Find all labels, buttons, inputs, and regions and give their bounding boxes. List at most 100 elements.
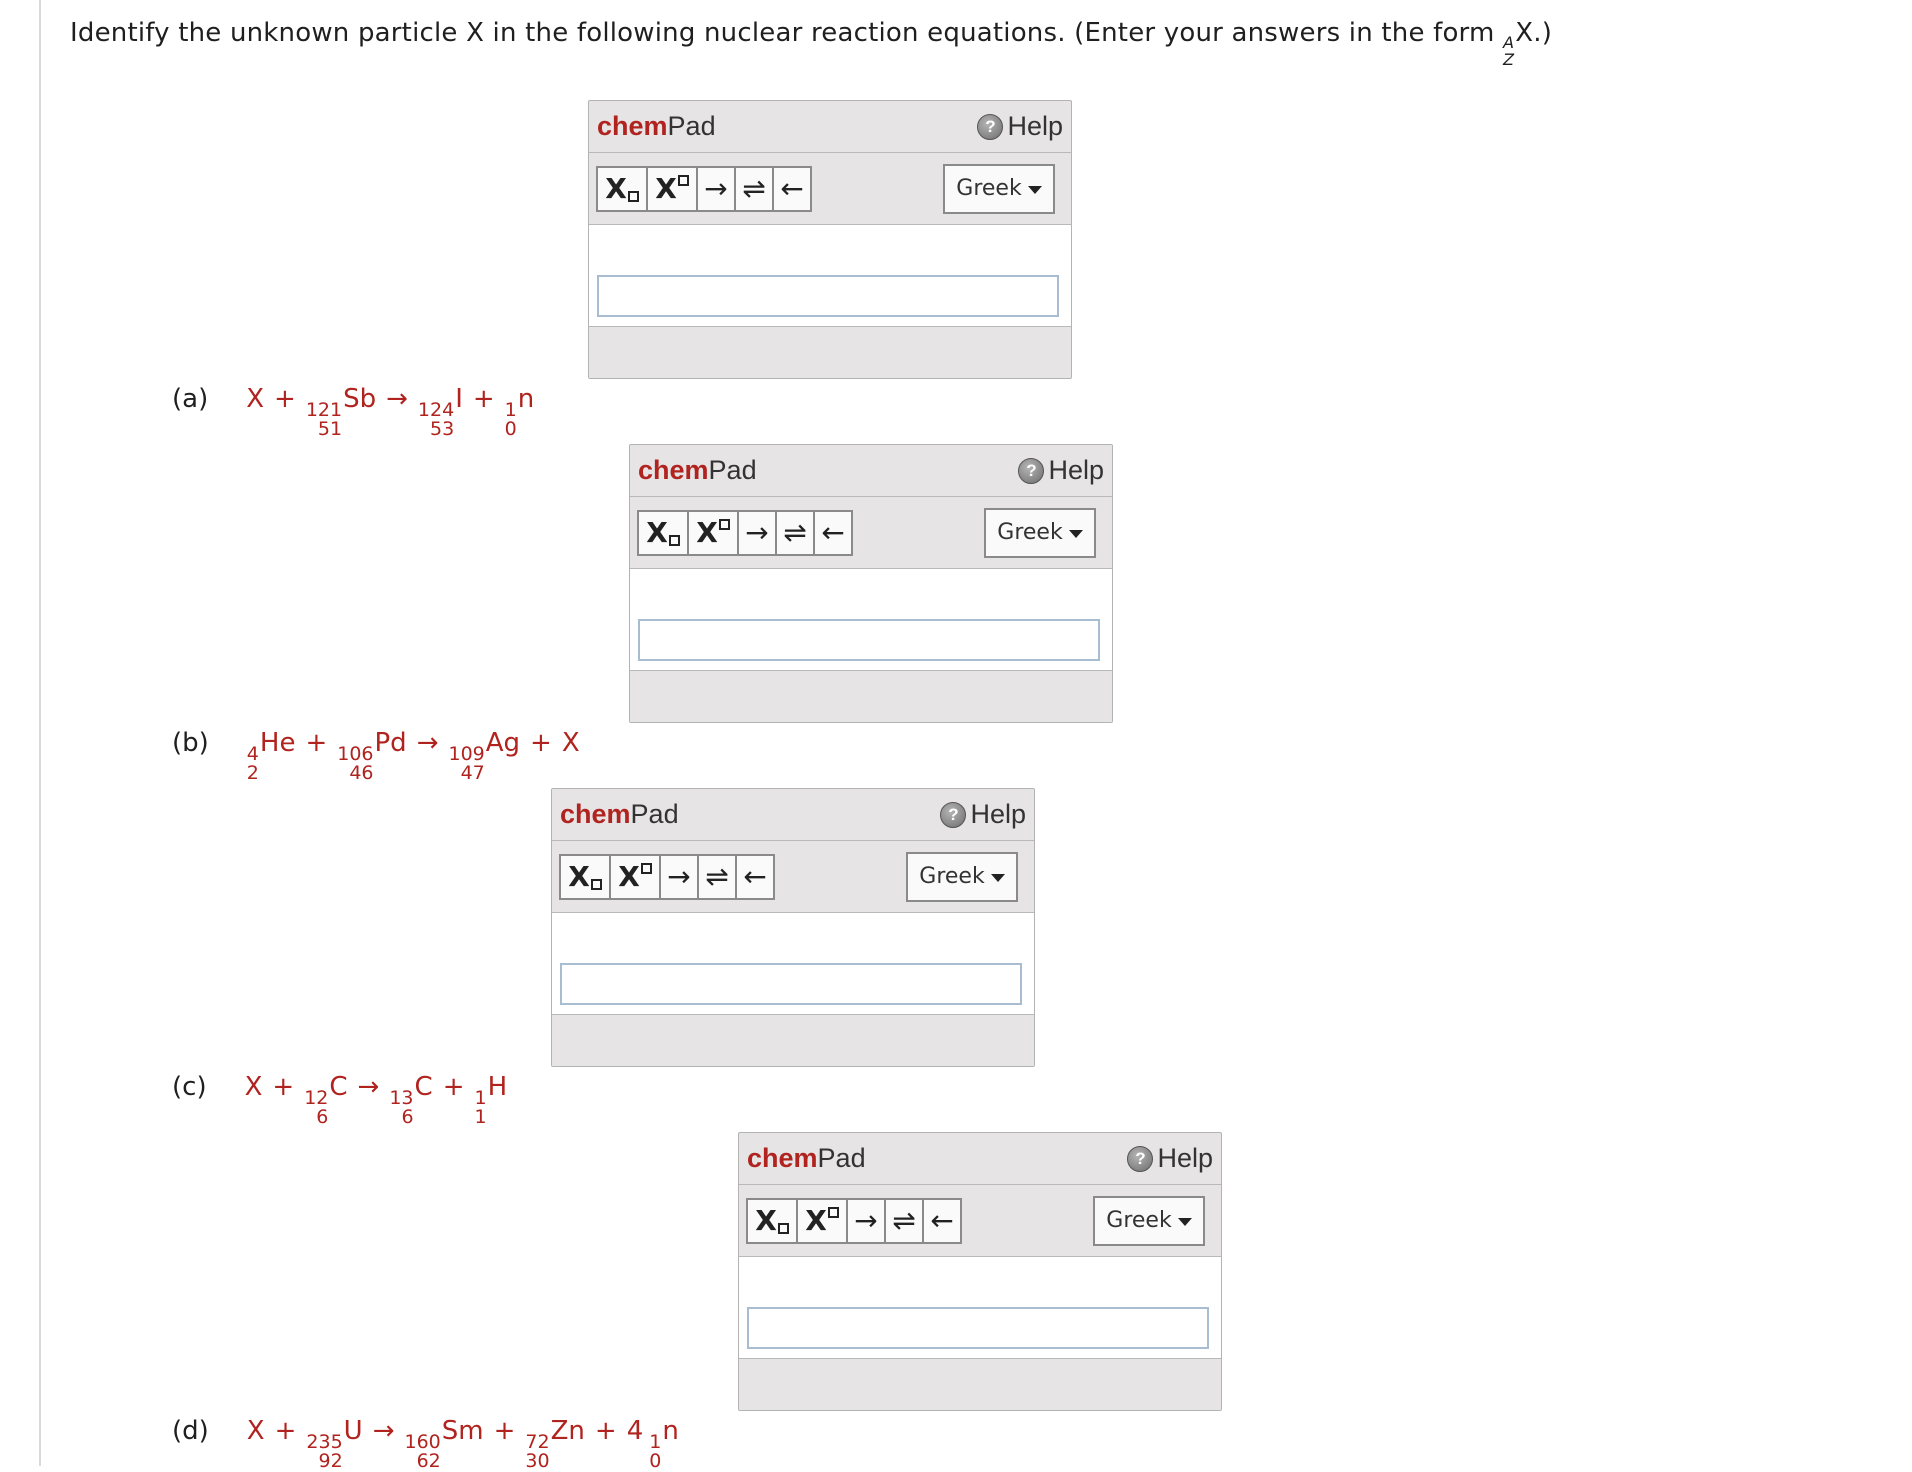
part-label: (d) (172, 1416, 209, 1446)
chempad-body (630, 569, 1112, 671)
equation-c: (c) X +12 6 C → 13 6 C +1 1 H (172, 1072, 507, 1128)
left-arrow-button[interactable]: ← (735, 853, 775, 900)
equilibrium-arrow-button[interactable]: ⇌ (775, 509, 815, 556)
right-arrow-button[interactable]: → (696, 165, 736, 212)
superscript-button[interactable]: X (646, 165, 698, 212)
help-icon: ? (940, 801, 967, 828)
superscript-button[interactable]: X (687, 509, 739, 556)
chempad-toolbar: X X → ⇌ ← Greek (739, 1185, 1221, 1257)
answer-input[interactable] (597, 275, 1059, 317)
element-symbol: I (455, 384, 463, 414)
chempad-title-pad: Pad (667, 111, 716, 141)
mass-number: 109 (448, 742, 485, 765)
equation-b: (b) 4 2 He +106 46 Pd → 109 47 Ag + X (172, 728, 580, 784)
chempad-header: chemPad ? Help (589, 101, 1071, 153)
left-arrow-icon: ← (780, 172, 804, 205)
greek-dropdown[interactable]: Greek (943, 163, 1055, 214)
subscript-label: X (568, 860, 590, 893)
right-arrow-icon: → (704, 172, 728, 205)
nuclide: 106 46 Pd (337, 730, 406, 784)
superscript-button[interactable]: X (796, 1197, 848, 1244)
nuclide-numbers: 121 51 (306, 400, 342, 441)
help-button[interactable]: ? Help (977, 111, 1063, 142)
subscript-button[interactable]: X (746, 1197, 798, 1244)
greek-dropdown[interactable]: Greek (1093, 1195, 1205, 1246)
element-symbol: U (343, 1416, 363, 1446)
greek-dropdown[interactable]: Greek (984, 507, 1096, 558)
subscript-box-icon (777, 1223, 789, 1234)
right-arrow-button[interactable]: → (846, 1197, 886, 1244)
mass-number: 235 (306, 1430, 343, 1453)
greek-label: Greek (997, 520, 1063, 545)
chempad-title-chem: chem (597, 111, 668, 141)
atomic-number: 2 (246, 762, 259, 785)
answer-form-notation: AZX (1503, 20, 1533, 69)
equilibrium-arrow-icon: ⇌ (742, 172, 766, 205)
nuclide-numbers: 11 (474, 1088, 486, 1129)
nuclide-numbers: 106 46 (337, 744, 373, 785)
element-symbol: Pd (374, 728, 407, 758)
subscript-button[interactable]: X (559, 853, 611, 900)
chempad-title-pad: Pad (708, 455, 757, 485)
subscript-box-icon (627, 191, 639, 202)
greek-dropdown[interactable]: Greek (906, 851, 1018, 902)
answer-input[interactable] (747, 1307, 1209, 1349)
left-arrow-button[interactable]: ← (772, 165, 812, 212)
left-arrow-icon: ← (930, 1204, 954, 1237)
right-arrow-icon: → (854, 1204, 878, 1237)
answer-input[interactable] (638, 619, 1100, 661)
subscript-label: X (755, 1204, 777, 1237)
subscript-button[interactable]: X (637, 509, 689, 556)
right-arrow-icon: → (667, 860, 691, 893)
nuclide-numbers: 42 (246, 744, 259, 785)
part-label: (c) (172, 1072, 207, 1102)
superscript-label: X (805, 1204, 827, 1237)
atomic-number: 6 (316, 1106, 329, 1129)
superscript-button[interactable]: X (609, 853, 661, 900)
chempad-body (739, 1257, 1221, 1359)
part-label: (b) (172, 728, 209, 758)
chempad-footer (552, 1015, 1034, 1066)
left-arrow-button[interactable]: ← (922, 1197, 962, 1244)
help-button[interactable]: ? Help (1018, 455, 1104, 486)
greek-label: Greek (1106, 1208, 1172, 1233)
help-button[interactable]: ? Help (1127, 1143, 1213, 1174)
chempad-b: chemPad ? Help X X → ⇌ ← Greek (629, 444, 1113, 723)
answer-input[interactable] (560, 963, 1022, 1005)
subscript-button[interactable]: X (596, 165, 648, 212)
nuclide: 13 6 C (389, 1074, 432, 1128)
equilibrium-arrow-icon: ⇌ (783, 516, 807, 549)
operator: + (272, 1072, 295, 1102)
chempad-title: chemPad (560, 799, 679, 830)
left-arrow-icon: ← (821, 516, 845, 549)
coefficient: 4 (626, 1416, 644, 1446)
chempad-footer (739, 1359, 1221, 1410)
operator: → (416, 728, 439, 758)
equilibrium-arrow-button[interactable]: ⇌ (884, 1197, 924, 1244)
nuclide-numbers: 10 (505, 400, 517, 441)
element-symbol: Zn (550, 1416, 585, 1446)
atomic-number: 0 (649, 1450, 662, 1472)
right-arrow-button[interactable]: → (659, 853, 699, 900)
nuclide: 11H (474, 1074, 507, 1128)
mass-number: 13 (389, 1086, 414, 1109)
operator: + (472, 384, 495, 414)
subscript-label: X (605, 172, 627, 205)
mass-number: 72 (525, 1430, 550, 1453)
equilibrium-arrow-button[interactable]: ⇌ (697, 853, 737, 900)
right-arrow-button[interactable]: → (737, 509, 777, 556)
operator: → (372, 1416, 395, 1446)
equilibrium-arrow-button[interactable]: ⇌ (734, 165, 774, 212)
question-prompt: Identify the unknown particle X in the f… (70, 18, 1552, 69)
nuclide: 124 53 I (418, 386, 463, 440)
help-button[interactable]: ? Help (940, 799, 1026, 830)
left-arrow-button[interactable]: ← (813, 509, 853, 556)
nuclide-numbers: 235 92 (306, 1430, 343, 1472)
chempad-tool-group: X X → ⇌ ← (596, 165, 812, 212)
chempad-tool-group: X X → ⇌ ← (746, 1197, 962, 1244)
left-margin-rule (39, 0, 41, 1466)
superscript-box-icon (827, 1207, 839, 1218)
unknown-particle: X (246, 384, 265, 414)
atomic-number: 62 (416, 1450, 441, 1472)
chempad-tool-group: X X → ⇌ ← (637, 509, 853, 556)
